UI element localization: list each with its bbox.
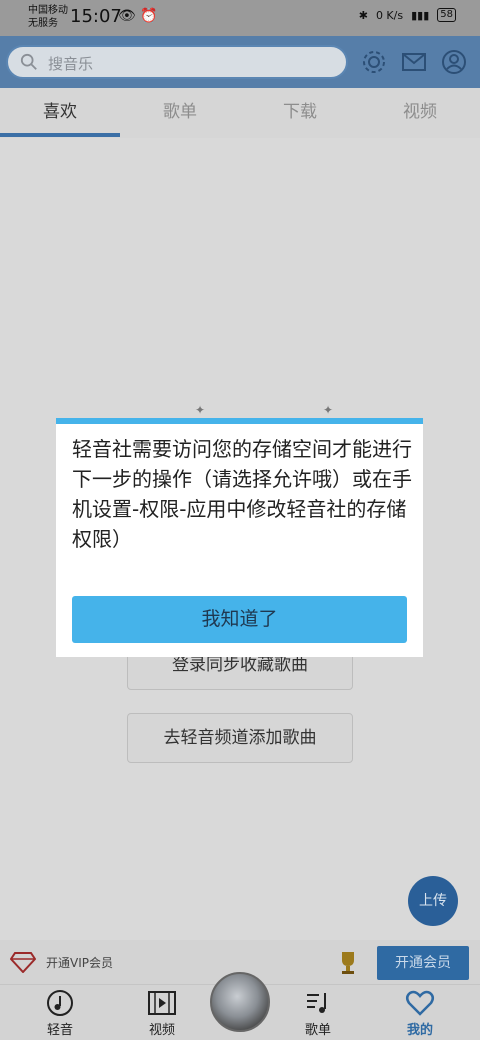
status-icons: 👁 ⏰ <box>118 8 158 24</box>
trophy-icon <box>342 952 354 974</box>
nav-label: 视频 <box>148 1023 175 1038</box>
now-playing-disc[interactable] <box>210 972 270 1032</box>
diamond-icon <box>10 952 36 973</box>
status-right: ✱ 0 K/s ▮▮▮ 58 <box>359 8 456 22</box>
mail-icon[interactable] <box>401 49 427 75</box>
search-placeholder: 搜音乐 <box>48 55 94 73</box>
permission-dialog: 轻音社需要访问您的存储空间才能进行下一步的操作（请选择允许哦）或在手机设置-权限… <box>56 418 423 657</box>
nav-label: 我的 <box>406 1023 433 1038</box>
tab-videos[interactable]: 视频 <box>360 88 480 138</box>
heart-icon <box>406 990 434 1016</box>
nav-playlist[interactable]: 歌单 <box>278 989 358 1039</box>
active-tab-indicator <box>0 133 120 137</box>
net-speed: 0 K/s <box>375 8 404 22</box>
film-icon <box>148 991 176 1015</box>
status-bar: 中国移动 无服务 15:07 👁 ⏰ ✱ 0 K/s ▮▮▮ 58 <box>0 0 480 36</box>
tab-downloads[interactable]: 下载 <box>240 88 360 138</box>
playlist-icon <box>307 993 326 1013</box>
open-vip-button[interactable]: 开通会员 <box>377 946 469 980</box>
clock: 15:07 <box>70 6 122 27</box>
music-note-icon <box>47 990 73 1016</box>
sparkle-decoration: ✦ <box>195 403 206 417</box>
nav-video[interactable]: 视频 <box>122 989 202 1039</box>
app-header: 搜音乐 <box>0 36 480 88</box>
vip-promo-text[interactable]: 开通VIP会员 <box>46 954 113 971</box>
bluetooth-icon: ✱ <box>358 8 368 22</box>
sparkle-decoration: ✦ <box>323 403 334 417</box>
user-icon[interactable] <box>441 49 467 75</box>
upload-button[interactable]: 上传 <box>408 876 458 926</box>
gear-icon[interactable] <box>361 49 387 75</box>
confirm-button[interactable]: 我知道了 <box>72 596 407 643</box>
tab-playlists[interactable]: 歌单 <box>120 88 240 138</box>
battery-level: 58 <box>437 8 456 22</box>
nav-mine[interactable]: 我的 <box>380 989 460 1039</box>
nav-label: 歌单 <box>304 1023 331 1038</box>
search-input[interactable]: 搜音乐 <box>6 45 348 79</box>
carrier-name: 中国移动 <box>28 5 68 16</box>
carrier-info: 中国移动 无服务 <box>28 4 68 30</box>
tab-bar: 喜欢 歌单 下载 视频 <box>0 88 480 138</box>
add-songs-button[interactable]: 去轻音频道添加歌曲 <box>127 713 353 763</box>
tab-favorites[interactable]: 喜欢 <box>0 88 120 138</box>
service-status: 无服务 <box>28 18 58 29</box>
nav-label: 轻音 <box>46 1023 73 1038</box>
signal-icon: ▮▮▮ <box>411 8 430 22</box>
dialog-message: 轻音社需要访问您的存储空间才能进行下一步的操作（请选择允许哦）或在手机设置-权限… <box>72 437 412 551</box>
nav-light-music[interactable]: 轻音 <box>20 989 100 1039</box>
search-icon <box>20 53 37 70</box>
